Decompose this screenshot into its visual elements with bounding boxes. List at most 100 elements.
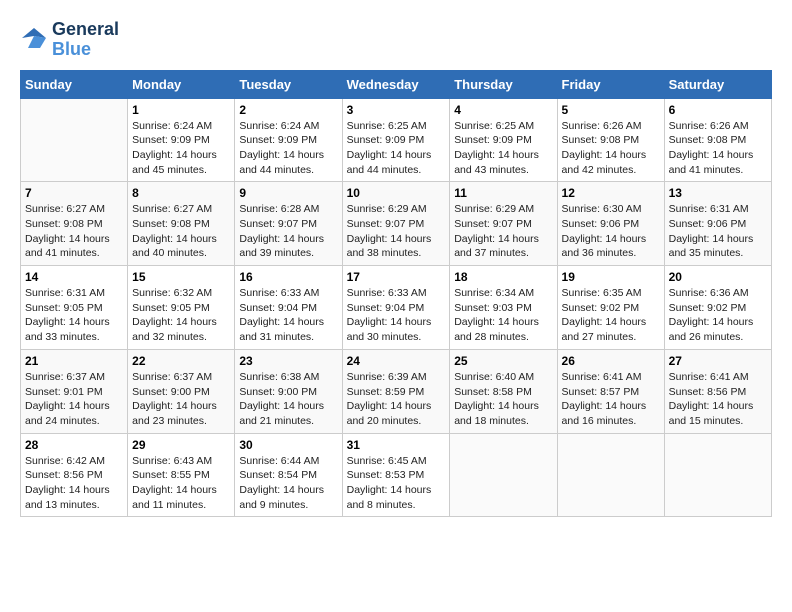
day-info: Sunrise: 6:38 AM Sunset: 9:00 PM Dayligh… <box>239 370 337 429</box>
day-number: 1 <box>132 103 230 117</box>
calendar-header-row: SundayMondayTuesdayWednesdayThursdayFrid… <box>21 70 772 98</box>
day-header-saturday: Saturday <box>664 70 771 98</box>
calendar-cell: 12 Sunrise: 6:30 AM Sunset: 9:06 PM Dayli… <box>557 182 664 266</box>
day-number: 24 <box>347 354 446 368</box>
day-number: 2 <box>239 103 337 117</box>
day-info: Sunrise: 6:41 AM Sunset: 8:57 PM Dayligh… <box>562 370 660 429</box>
day-number: 30 <box>239 438 337 452</box>
day-info: Sunrise: 6:33 AM Sunset: 9:04 PM Dayligh… <box>239 286 337 345</box>
calendar-cell: 29 Sunrise: 6:43 AM Sunset: 8:55 PM Dayli… <box>128 433 235 517</box>
day-header-tuesday: Tuesday <box>235 70 342 98</box>
calendar-cell: 5 Sunrise: 6:26 AM Sunset: 9:08 PM Daylig… <box>557 98 664 182</box>
day-info: Sunrise: 6:24 AM Sunset: 9:09 PM Dayligh… <box>239 119 337 178</box>
day-number: 21 <box>25 354 123 368</box>
calendar-cell: 6 Sunrise: 6:26 AM Sunset: 9:08 PM Daylig… <box>664 98 771 182</box>
day-number: 12 <box>562 186 660 200</box>
calendar-cell: 14 Sunrise: 6:31 AM Sunset: 9:05 PM Dayli… <box>21 266 128 350</box>
day-number: 31 <box>347 438 446 452</box>
calendar-cell: 16 Sunrise: 6:33 AM Sunset: 9:04 PM Dayli… <box>235 266 342 350</box>
calendar-cell: 1 Sunrise: 6:24 AM Sunset: 9:09 PM Daylig… <box>128 98 235 182</box>
day-info: Sunrise: 6:39 AM Sunset: 8:59 PM Dayligh… <box>347 370 446 429</box>
calendar-cell: 21 Sunrise: 6:37 AM Sunset: 9:01 PM Dayli… <box>21 349 128 433</box>
day-number: 11 <box>454 186 552 200</box>
page-header: General Blue <box>20 20 772 60</box>
day-info: Sunrise: 6:37 AM Sunset: 9:01 PM Dayligh… <box>25 370 123 429</box>
day-number: 16 <box>239 270 337 284</box>
day-info: Sunrise: 6:31 AM Sunset: 9:06 PM Dayligh… <box>669 202 767 261</box>
day-number: 6 <box>669 103 767 117</box>
calendar-cell: 27 Sunrise: 6:41 AM Sunset: 8:56 PM Dayli… <box>664 349 771 433</box>
calendar-week-row: 28Sunrise: 6:42 AM Sunset: 8:56 PM Dayli… <box>21 433 772 517</box>
day-number: 29 <box>132 438 230 452</box>
day-info: Sunrise: 6:27 AM Sunset: 9:08 PM Dayligh… <box>25 202 123 261</box>
day-info: Sunrise: 6:29 AM Sunset: 9:07 PM Dayligh… <box>454 202 552 261</box>
day-info: Sunrise: 6:31 AM Sunset: 9:05 PM Dayligh… <box>25 286 123 345</box>
day-number: 5 <box>562 103 660 117</box>
calendar-cell: 30 Sunrise: 6:44 AM Sunset: 8:54 PM Dayli… <box>235 433 342 517</box>
calendar-cell: 23 Sunrise: 6:38 AM Sunset: 9:00 PM Dayli… <box>235 349 342 433</box>
day-number: 17 <box>347 270 446 284</box>
day-info: Sunrise: 6:41 AM Sunset: 8:56 PM Dayligh… <box>669 370 767 429</box>
day-header-friday: Friday <box>557 70 664 98</box>
calendar-cell: 3Sunrise: 6:25 AM Sunset: 9:09 PM Daylig… <box>342 98 450 182</box>
calendar-cell: 18Sunrise: 6:34 AM Sunset: 9:03 PM Dayli… <box>450 266 557 350</box>
logo-text: General Blue <box>52 20 119 60</box>
day-header-wednesday: Wednesday <box>342 70 450 98</box>
logo: General Blue <box>20 20 119 60</box>
calendar-cell: 8 Sunrise: 6:27 AM Sunset: 9:08 PM Daylig… <box>128 182 235 266</box>
day-number: 19 <box>562 270 660 284</box>
calendar-cell: 25 Sunrise: 6:40 AM Sunset: 8:58 PM Dayli… <box>450 349 557 433</box>
day-number: 22 <box>132 354 230 368</box>
calendar-cell: 26 Sunrise: 6:41 AM Sunset: 8:57 PM Dayli… <box>557 349 664 433</box>
calendar-cell: 22 Sunrise: 6:37 AM Sunset: 9:00 PM Dayli… <box>128 349 235 433</box>
day-info: Sunrise: 6:33 AM Sunset: 9:04 PM Dayligh… <box>347 286 446 345</box>
calendar-cell: 15Sunrise: 6:32 AM Sunset: 9:05 PM Dayli… <box>128 266 235 350</box>
calendar-cell <box>21 98 128 182</box>
day-number: 3 <box>347 103 446 117</box>
day-info: Sunrise: 6:25 AM Sunset: 9:09 PM Dayligh… <box>454 119 552 178</box>
day-number: 20 <box>669 270 767 284</box>
day-info: Sunrise: 6:45 AM Sunset: 8:53 PM Dayligh… <box>347 454 446 513</box>
day-number: 25 <box>454 354 552 368</box>
day-info: Sunrise: 6:43 AM Sunset: 8:55 PM Dayligh… <box>132 454 230 513</box>
calendar-week-row: 7Sunrise: 6:27 AM Sunset: 9:08 PM Daylig… <box>21 182 772 266</box>
calendar-cell: 24 Sunrise: 6:39 AM Sunset: 8:59 PM Dayli… <box>342 349 450 433</box>
day-number: 8 <box>132 186 230 200</box>
day-info: Sunrise: 6:32 AM Sunset: 9:05 PM Dayligh… <box>132 286 230 345</box>
day-header-sunday: Sunday <box>21 70 128 98</box>
day-number: 27 <box>669 354 767 368</box>
day-info: Sunrise: 6:26 AM Sunset: 9:08 PM Dayligh… <box>562 119 660 178</box>
calendar-cell: 31 Sunrise: 6:45 AM Sunset: 8:53 PM Dayli… <box>342 433 450 517</box>
day-info: Sunrise: 6:34 AM Sunset: 9:03 PM Dayligh… <box>454 286 552 345</box>
logo-icon <box>20 26 48 54</box>
calendar-cell: 7Sunrise: 6:27 AM Sunset: 9:08 PM Daylig… <box>21 182 128 266</box>
calendar-cell: 13Sunrise: 6:31 AM Sunset: 9:06 PM Dayli… <box>664 182 771 266</box>
calendar-cell: 4Sunrise: 6:25 AM Sunset: 9:09 PM Daylig… <box>450 98 557 182</box>
calendar-week-row: 1 Sunrise: 6:24 AM Sunset: 9:09 PM Daylig… <box>21 98 772 182</box>
day-number: 10 <box>347 186 446 200</box>
day-info: Sunrise: 6:44 AM Sunset: 8:54 PM Dayligh… <box>239 454 337 513</box>
calendar-week-row: 14 Sunrise: 6:31 AM Sunset: 9:05 PM Dayli… <box>21 266 772 350</box>
day-info: Sunrise: 6:40 AM Sunset: 8:58 PM Dayligh… <box>454 370 552 429</box>
calendar-cell: 11 Sunrise: 6:29 AM Sunset: 9:07 PM Dayli… <box>450 182 557 266</box>
day-info: Sunrise: 6:24 AM Sunset: 9:09 PM Dayligh… <box>132 119 230 178</box>
day-info: Sunrise: 6:27 AM Sunset: 9:08 PM Dayligh… <box>132 202 230 261</box>
calendar-cell <box>664 433 771 517</box>
calendar-cell: 17 Sunrise: 6:33 AM Sunset: 9:04 PM Dayli… <box>342 266 450 350</box>
day-number: 9 <box>239 186 337 200</box>
day-number: 23 <box>239 354 337 368</box>
day-number: 26 <box>562 354 660 368</box>
calendar-cell: 9 Sunrise: 6:28 AM Sunset: 9:07 PM Daylig… <box>235 182 342 266</box>
calendar-cell: 20Sunrise: 6:36 AM Sunset: 9:02 PM Dayli… <box>664 266 771 350</box>
day-info: Sunrise: 6:37 AM Sunset: 9:00 PM Dayligh… <box>132 370 230 429</box>
calendar-cell: 2 Sunrise: 6:24 AM Sunset: 9:09 PM Daylig… <box>235 98 342 182</box>
calendar-cell: 28Sunrise: 6:42 AM Sunset: 8:56 PM Dayli… <box>21 433 128 517</box>
calendar-cell <box>557 433 664 517</box>
calendar-cell <box>450 433 557 517</box>
day-info: Sunrise: 6:28 AM Sunset: 9:07 PM Dayligh… <box>239 202 337 261</box>
day-info: Sunrise: 6:35 AM Sunset: 9:02 PM Dayligh… <box>562 286 660 345</box>
day-number: 14 <box>25 270 123 284</box>
day-header-thursday: Thursday <box>450 70 557 98</box>
day-info: Sunrise: 6:30 AM Sunset: 9:06 PM Dayligh… <box>562 202 660 261</box>
day-info: Sunrise: 6:26 AM Sunset: 9:08 PM Dayligh… <box>669 119 767 178</box>
